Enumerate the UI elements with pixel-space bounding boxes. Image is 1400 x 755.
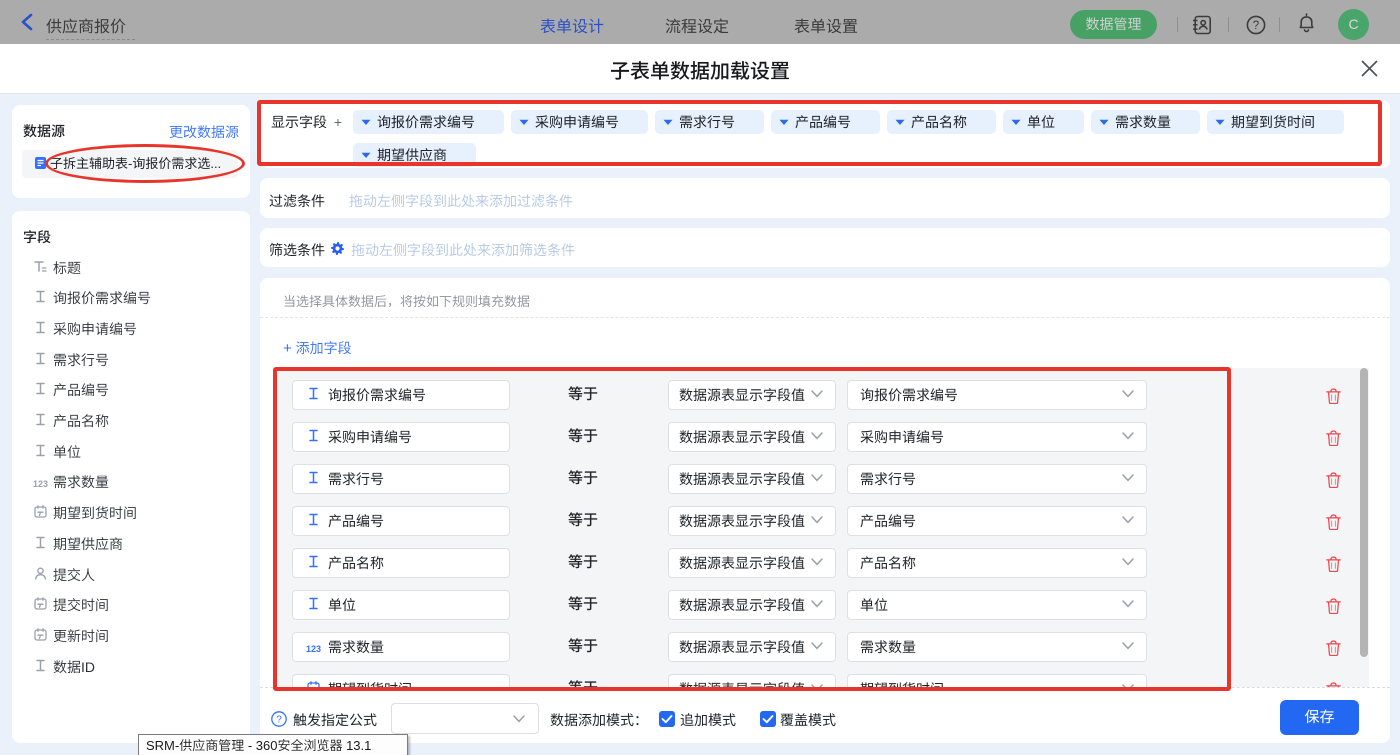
svg-text:?: ? <box>1253 20 1259 32</box>
svg-text:?: ? <box>276 715 282 726</box>
